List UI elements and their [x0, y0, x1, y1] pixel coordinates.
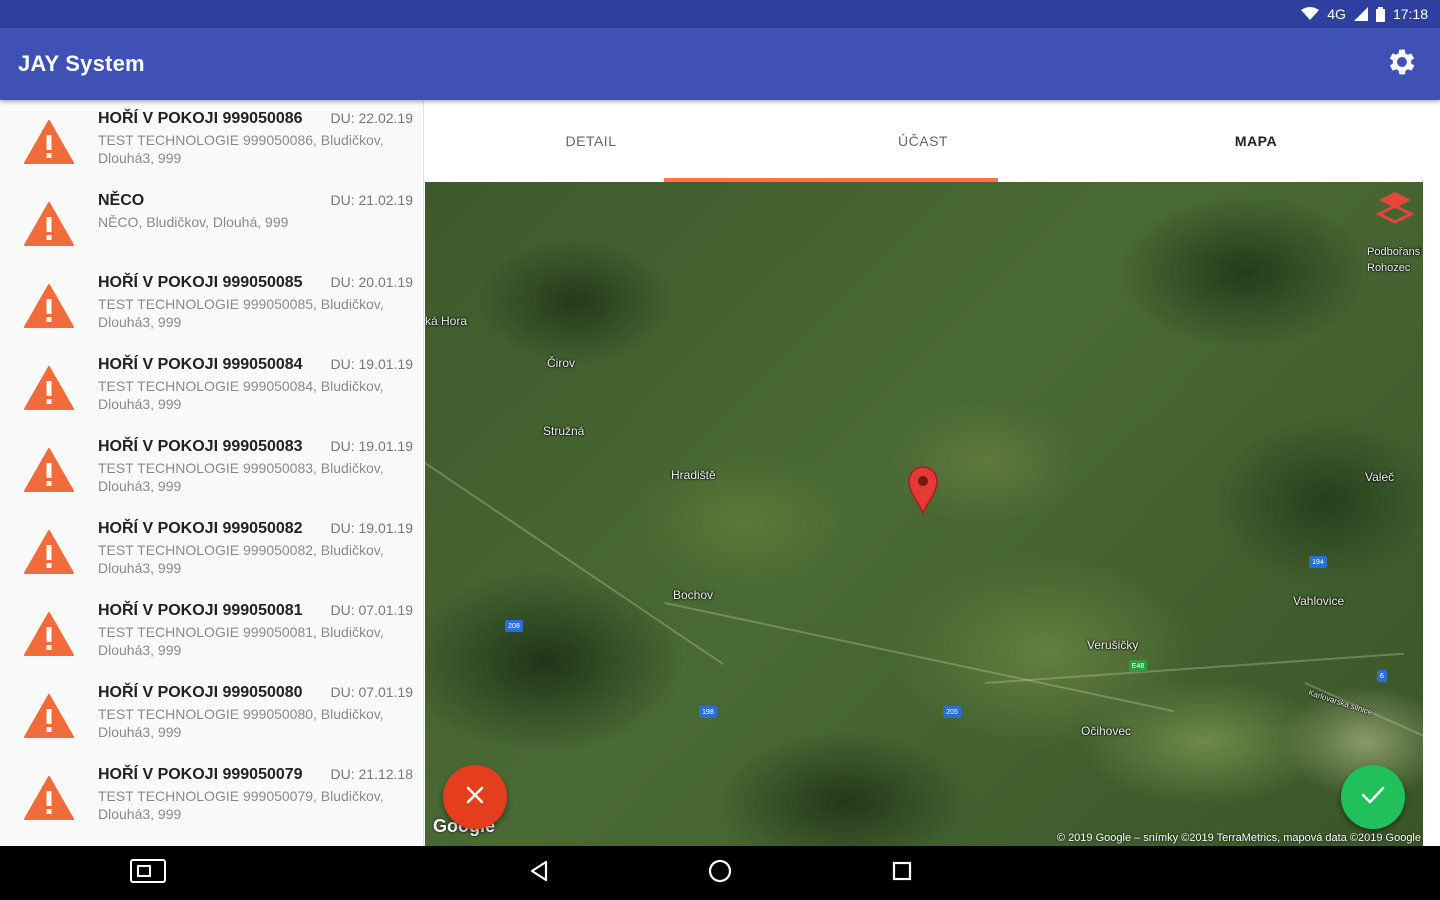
recents-icon	[892, 861, 912, 886]
incident-address: TEST TECHNOLOGIE 999050083, Bludičkov, D…	[98, 460, 384, 494]
warning-icon	[0, 674, 98, 756]
warning-icon	[0, 838, 98, 846]
incident-date: DU: 19.01.19	[330, 520, 414, 536]
layers-icon	[1373, 192, 1417, 234]
road-number-shield: E48	[1129, 660, 1147, 672]
map-view[interactable]: ká Hora Čirov Stružná Hradiště Bochov Ve…	[425, 182, 1423, 846]
warning-icon	[0, 264, 98, 346]
list-item[interactable]: NĚCO DU: 21.02.19 NĚCO, Bludičkov, Dlouhá,…	[0, 182, 423, 264]
list-item[interactable]: HOŘÍ V POKOJI 999050083 DU: 19.01.19 TEST …	[0, 428, 423, 510]
incident-title: HOŘÍ V POKOJI 999050080	[98, 684, 303, 701]
system-navigation-bar	[0, 846, 1440, 900]
warning-icon	[0, 756, 98, 838]
road-number-shield: 6	[1377, 670, 1387, 682]
app-title: JAY System	[18, 51, 145, 76]
incident-list: HOŘÍ V POKOJI 999050086 DU: 22.02.19 TEST …	[0, 100, 424, 846]
confirm-button[interactable]	[1341, 765, 1405, 829]
screenshot-icon	[130, 858, 166, 888]
list-item[interactable]: HOŘÍ V POKOJI 999050079 DU: 21.12.18 TEST …	[0, 756, 423, 838]
list-item[interactable]: HOŘÍ V POKOJI 999050084 DU: 19.01.19 TEST …	[0, 346, 423, 428]
signal-icon	[1353, 7, 1368, 21]
list-item[interactable]: HOŘÍ V POKOJI 999050085 DU: 20.01.19 TEST …	[0, 264, 423, 346]
tab-ucast[interactable]: ÚČAST	[757, 100, 1089, 182]
network-type: 4G	[1327, 6, 1346, 22]
cancel-button[interactable]	[443, 765, 507, 829]
wifi-icon	[1301, 7, 1320, 21]
road-number-shield: 198	[699, 706, 717, 718]
back-icon	[528, 860, 550, 887]
warning-icon	[0, 510, 98, 592]
road-number-shield: 208	[505, 620, 523, 632]
warning-icon	[0, 346, 98, 428]
location-marker[interactable]	[907, 464, 939, 516]
map-place-label: Podbořanský Rohozec	[1367, 246, 1421, 274]
incident-address: TEST TECHNOLOGIE 999050079, Bludičkov, D…	[98, 788, 384, 822]
incident-date: DU: 21.12.18	[330, 766, 414, 782]
incident-title: HOŘÍ V POKOJI 999050079	[98, 766, 303, 783]
incident-date: DU: 19.01.19	[330, 356, 414, 372]
check-icon	[1361, 785, 1385, 810]
map-place-label: Verušičky	[1087, 638, 1139, 652]
incident-date: DU: 22.02.19	[330, 110, 414, 126]
status-bar: 4G 17:18	[0, 0, 1440, 28]
incident-title: HOŘÍ V POKOJI 999050082	[98, 520, 303, 537]
incident-address: TEST TECHNOLOGIE 999050085, Bludičkov, D…	[98, 296, 384, 330]
tab-mapa[interactable]: MAPA	[1089, 100, 1423, 182]
warning-icon	[0, 428, 98, 510]
incident-date: DU: 19.01.19	[330, 438, 414, 454]
home-button[interactable]	[702, 856, 738, 890]
screenshot-button[interactable]	[130, 856, 166, 890]
map-place-label: ká Hora	[425, 314, 468, 328]
incident-title: HOŘÍ V POKOJI 999050086	[98, 110, 303, 127]
list-item[interactable]: HOŘÍ V POKOJI 999050082 DU: 19.01.19 TEST …	[0, 510, 423, 592]
incident-date: DU: 07.01.19	[330, 684, 414, 700]
recents-button[interactable]	[884, 856, 920, 890]
list-item[interactable]: HOŘÍ V POKOJI 999050086 DU: 22.02.19 TEST …	[0, 100, 423, 182]
app-bar: JAY System	[0, 28, 1440, 100]
map-place-label: Hradiště	[671, 468, 716, 482]
battery-icon	[1375, 6, 1385, 22]
settings-button[interactable]	[1382, 44, 1422, 84]
back-button[interactable]	[521, 856, 557, 890]
map-place-label: Valeč	[1365, 470, 1395, 484]
road-number-shield: 205	[943, 706, 961, 718]
incident-title: HOŘÍ V POKOJI 999050083	[98, 438, 303, 455]
map-attribution: © 2019 Google – snímky ©2019 TerraMetric…	[1056, 832, 1421, 844]
incident-title: NĚCO	[98, 192, 145, 209]
map-place-label: Očihovec	[1081, 724, 1132, 738]
incident-title: HOŘÍ V POKOJI 999050085	[98, 274, 303, 291]
incident-address: TEST TECHNOLOGIE 999050084, Bludičkov, D…	[98, 378, 384, 412]
warning-icon	[0, 182, 98, 264]
incident-title: HOŘÍ V POKOJI 999050081	[98, 602, 303, 619]
incident-address: TEST TECHNOLOGIE 999050080, Bludičkov, D…	[98, 706, 384, 740]
incident-address: NĚCO, Bludičkov, Dlouhá, 999	[98, 214, 289, 230]
list-item[interactable]: HOŘÍ V POKOJI 999050080 DU: 07.01.19 TEST …	[0, 674, 423, 756]
road-number-shield: 194	[1309, 556, 1327, 568]
map-place-label: Čirov	[547, 356, 576, 370]
list-item[interactable]: HOŘÍ V POKOJI 999050078DU: 21.12.18	[0, 838, 423, 846]
incident-title: HOŘÍ V POKOJI 999050084	[98, 356, 303, 373]
incident-address: TEST TECHNOLOGIE 999050086, Bludičkov, D…	[98, 132, 384, 166]
list-item[interactable]: HOŘÍ V POKOJI 999050081 DU: 07.01.19 TEST …	[0, 592, 423, 674]
home-icon	[708, 859, 732, 888]
close-icon	[465, 785, 485, 810]
map-layers-button[interactable]	[1373, 186, 1417, 230]
incident-date: DU: 21.02.19	[330, 192, 414, 208]
tab-detail[interactable]: DETAIL	[425, 100, 757, 182]
map-place-label: Stružná	[543, 424, 585, 438]
map-place-label: Bochov	[673, 588, 714, 602]
incident-date: DU: 20.01.19	[330, 274, 414, 290]
warning-icon	[0, 592, 98, 674]
incident-address: TEST TECHNOLOGIE 999050082, Bludičkov, D…	[98, 542, 384, 576]
gear-icon	[1385, 45, 1419, 84]
map-place-label: Vahlovice	[1293, 594, 1345, 608]
incident-date: DU: 07.01.19	[330, 602, 414, 618]
incident-address: TEST TECHNOLOGIE 999050081, Bludičkov, D…	[98, 624, 384, 658]
tab-bar: DETAIL ÚČAST MAPA	[425, 100, 1440, 182]
warning-icon	[0, 100, 98, 182]
clock: 17:18	[1392, 6, 1428, 22]
